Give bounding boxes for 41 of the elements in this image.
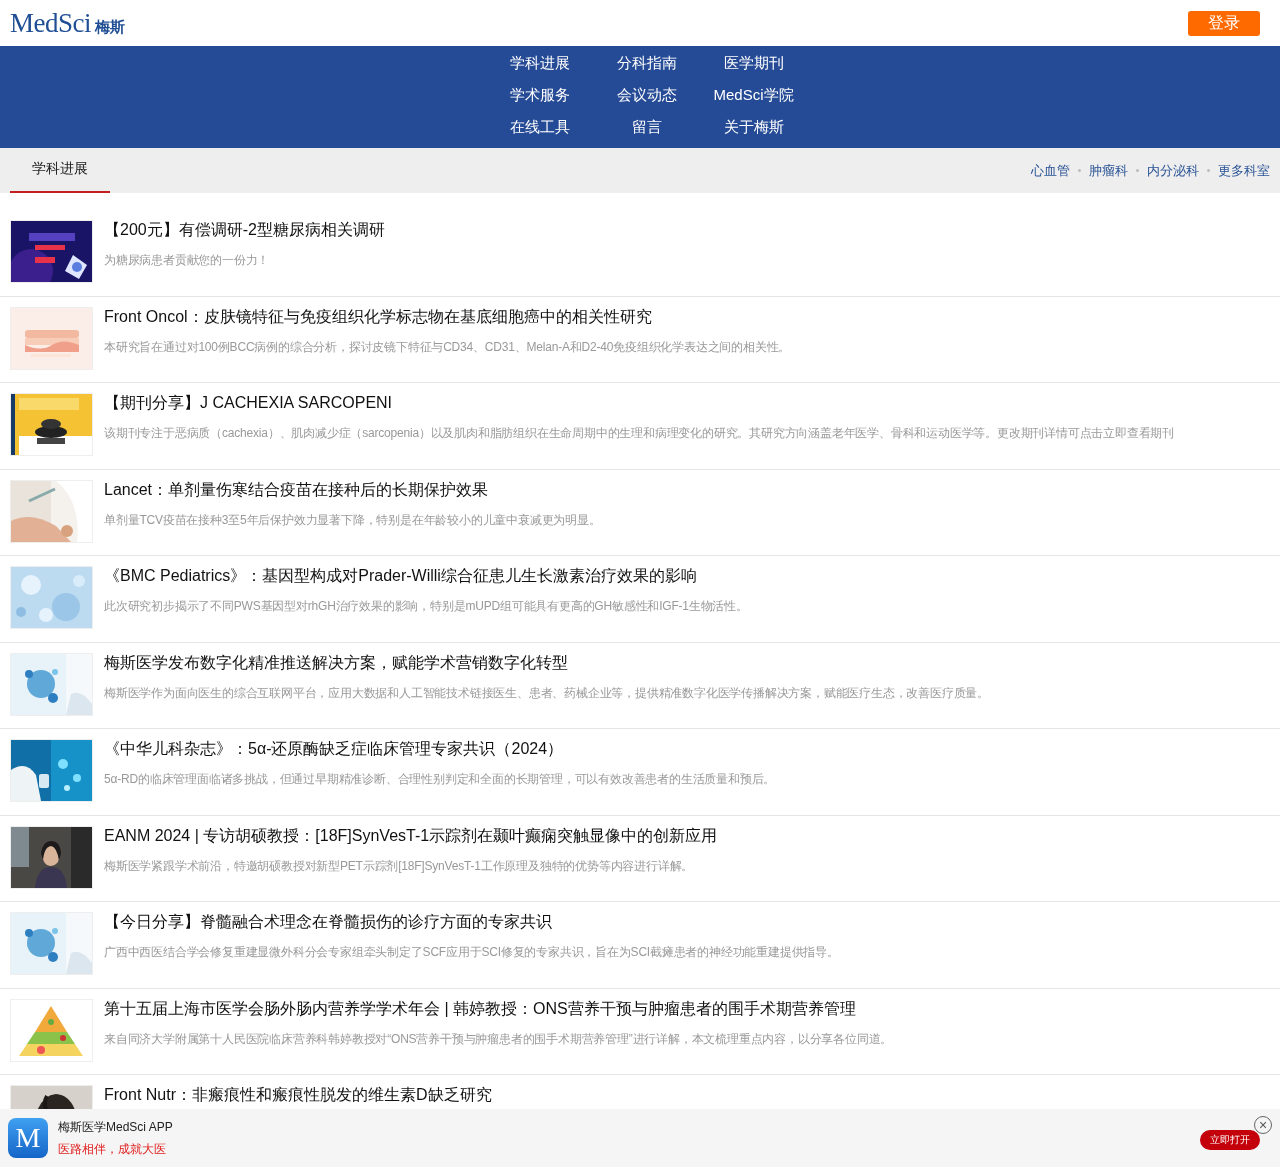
article-summary: 该期刊专注于恶病质（cachexia）、肌肉减少症（sarcopenia）以及肌肉和脂肪组织在生命周期中的生理和病理变化的研究。其研究方向涵盖老年医学、骨科和运动医学等。更改期刊详情可点击立即查看期刊 — [104, 425, 1175, 442]
article-title[interactable]: Front Oncol：皮肤镜特征与免疫组织化学标志物在基底细胞癌中的相关性研究 — [104, 306, 791, 327]
article-summary: 梅斯医学作为面向医生的综合互联网平台，应用大数据和人工智能技术链接医生、患者、药械企业等，提供精准数字化医学传播解决方案，赋能医疗生态，改善医疗质量。 — [104, 684, 989, 702]
article-title[interactable]: 《中华儿科杂志》：5α-还原酶缺乏症临床管理专家共识（2024） — [104, 739, 776, 759]
nav-link[interactable]: 留言 — [631, 117, 662, 137]
app-icon[interactable]: M — [8, 1118, 48, 1158]
section-tab[interactable]: 学科进展 — [10, 148, 110, 193]
article-title[interactable]: Front Nutr：非瘢痕性和瘢痕性脱发的维生素D缺乏研究 — [104, 1085, 492, 1105]
open-app-button[interactable]: 立即打开 — [1200, 1130, 1260, 1150]
article-title[interactable]: 【期刊分享】J CACHEXIA SARCOPENI — [104, 393, 1175, 413]
app-slogan: 医路相伴，成就大医 — [58, 1140, 167, 1158]
article-title[interactable]: 《BMC Pediatrics》：基因型构成对Prader-Willi综合征患儿生长激素治疗效果的影响 — [104, 566, 748, 586]
article-title[interactable]: 【今日分享】脊髓融合术理念在脊髓损伤的诊疗方面的专家共识 — [104, 912, 839, 932]
article-summary: 单剂量TCV疫苗在接种3至5年后保护效力显著下降，特别是在年龄较小的儿童中衰减更为明显。 — [104, 511, 601, 529]
nav-link[interactable]: 关于梅斯 — [723, 117, 784, 137]
article-title[interactable]: Lancet：单剂量伤寒结合疫苗在接种后的长期保护效果 — [104, 479, 601, 500]
nav-link[interactable]: MedSci学院 — [713, 85, 794, 105]
article-summary: 此次研究初步揭示了不同PWS基因型对rhGH治疗效果的影响，特别是mUPD组可能具有更高的GH敏感性和IGF-1生物活性。 — [104, 598, 748, 615]
article-title[interactable]: 梅斯医学发布数字化精准推送解决方案，赋能学术营销数字化转型 — [104, 652, 989, 673]
article-summary: 为糖尿病患者贡献您的一份力！ — [104, 252, 271, 269]
department-link[interactable]: 肿瘤科 — [1089, 161, 1128, 180]
nav-link[interactable]: 医学期刊 — [723, 53, 784, 73]
article-title[interactable]: 【200元】有偿调研-2型糖尿病相关调研 — [104, 220, 385, 240]
department-link[interactable]: 内分泌科 — [1147, 161, 1199, 180]
nav-link[interactable]: 学术服务 — [509, 85, 570, 105]
nav-link[interactable]: 在线工具 — [509, 117, 570, 137]
article-summary: 梅斯医学紧跟学术前沿，特邀胡硕教授对新型PET示踪剂[18F]SynVesT-1工作原理及独特的优势等内容进行详解。 — [104, 857, 695, 875]
site-logo-suffix[interactable]: 梅斯 — [95, 17, 125, 37]
article-summary: 5α-RD的临床管理面临诸多挑战，但通过早期精准诊断、合理性别判定和全面的长期管理，可以有效改善患者的生活质量和预后。 — [104, 771, 776, 788]
article-title[interactable]: EANM 2024 | 专访胡硕教授：[18F]SynVesT-1示踪剂在颞叶癫痫突触显像中的创新应用 — [104, 825, 718, 846]
nav-link[interactable]: 分科指南 — [616, 53, 677, 73]
article-summary: 来自同济大学附属第十人民医院临床营养科韩婷教授对“ONS营养干预与肿瘤患者的围手术期营养管理”进行详解，本文梳理重点内容，以分享各位同道。 — [104, 1030, 893, 1048]
nav-link[interactable]: 学科进展 — [509, 53, 570, 73]
article-summary: 广西中西医结合学会修复重建显微外科分会专家组牵头制定了SCF应用于SCI修复的专家共识，旨在为SCI截瘫患者的神经功能重建提供指导。 — [104, 944, 839, 961]
site-logo[interactable]: MedSci — [10, 7, 91, 39]
article-title[interactable]: 第十五届上海市医学会肠外肠内营养学学术年会 | 韩婷教授：ONS营养干预与肿瘤患者的围手术期营养管理 — [104, 998, 893, 1019]
department-link[interactable]: 更多科室 — [1218, 161, 1270, 180]
nav-link[interactable]: 会议动态 — [616, 85, 677, 105]
department-link[interactable]: 心血管 — [1031, 161, 1070, 180]
app-name: 梅斯医学MedSci APP — [58, 1118, 173, 1136]
article-summary: 本研究旨在通过对100例BCC病例的综合分析，探讨皮镜下特征与CD34、CD31、Melan-A和D2-40免疫组织化学表达之间的相关性。 — [104, 338, 791, 356]
